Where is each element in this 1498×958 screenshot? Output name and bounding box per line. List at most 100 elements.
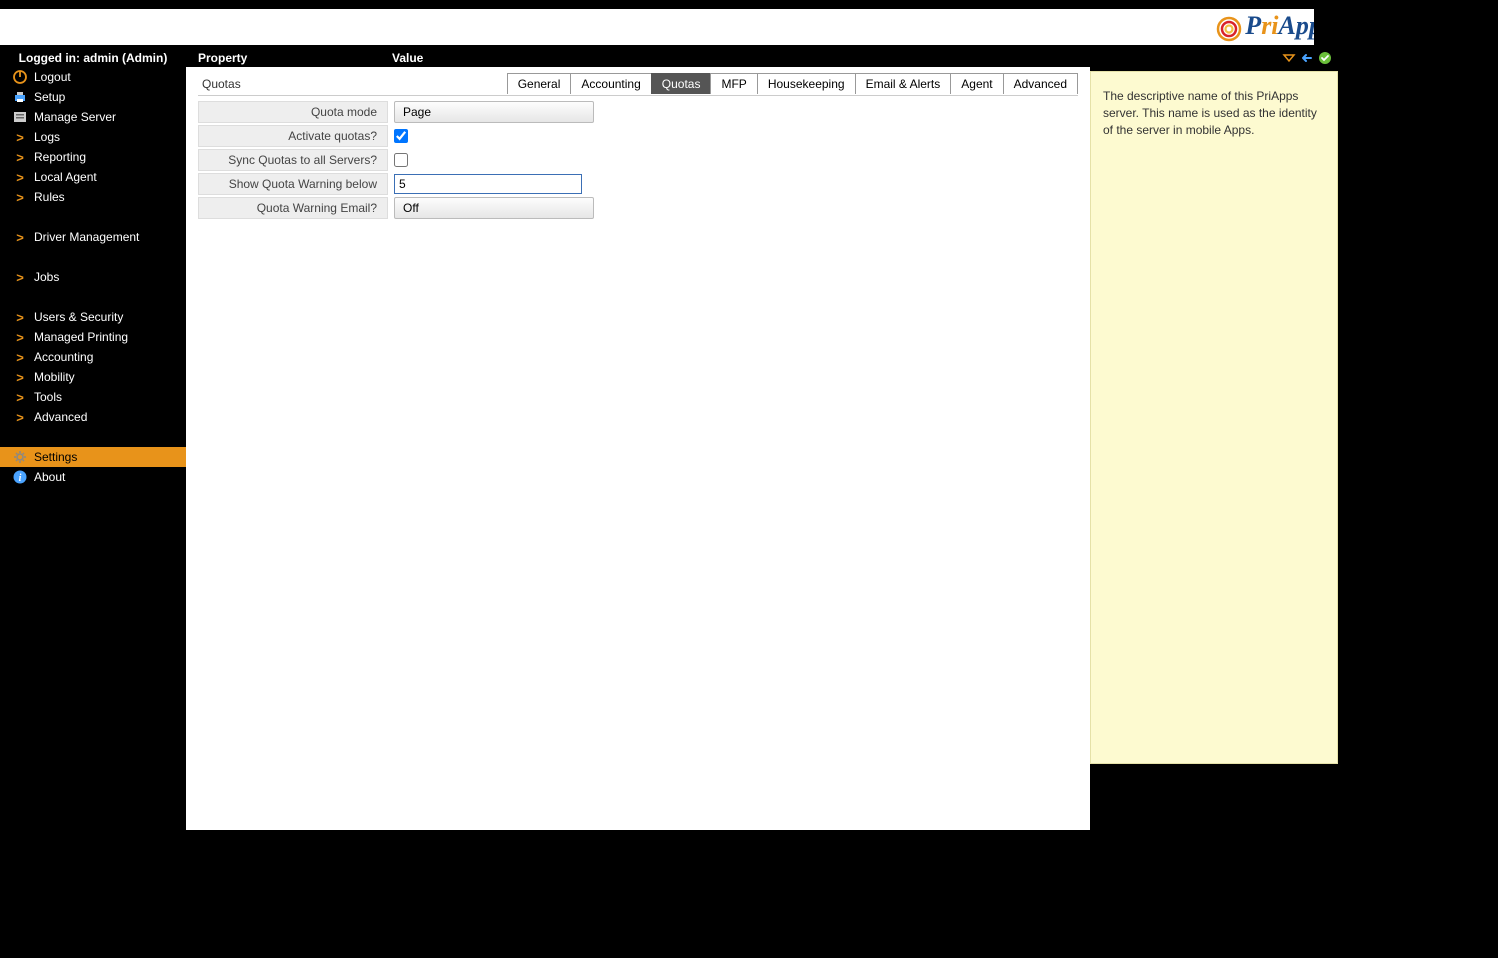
- sidebar-item-label: About: [34, 470, 65, 484]
- column-property-label: Property: [186, 51, 386, 65]
- help-box: The descriptive name of this PriApps ser…: [1090, 71, 1338, 764]
- sidebar-item-label: Settings: [34, 450, 77, 464]
- sidebar-spacer: [0, 287, 186, 307]
- back-arrow-icon[interactable]: [1300, 51, 1314, 65]
- logged-in-label: Logged in: admin (Admin): [0, 51, 186, 65]
- sidebar-spacer: [0, 207, 186, 227]
- server-icon: [12, 109, 28, 125]
- gear-icon: [12, 449, 28, 465]
- sidebar-item-rules[interactable]: > Rules: [0, 187, 186, 207]
- form-row: Quota Warning Email? Off: [198, 196, 1078, 220]
- form-row: Sync Quotas to all Servers?: [198, 148, 1078, 172]
- sidebar-spacer: [0, 427, 186, 447]
- sidebar-item-logout[interactable]: Logout: [0, 67, 186, 87]
- sidebar-item-about[interactable]: i About: [0, 467, 186, 487]
- input-show-quota-warning-below[interactable]: [394, 174, 582, 194]
- sidebar-item-label: Driver Management: [34, 230, 139, 244]
- tab-housekeeping[interactable]: Housekeeping: [757, 73, 856, 94]
- sidebar-item-mobility[interactable]: > Mobility: [0, 367, 186, 387]
- chevron-icon: >: [12, 369, 28, 385]
- sidebar-item-settings[interactable]: Settings: [0, 447, 186, 467]
- sidebar: LogoutSetupManage Server>Logs>Reporting>…: [0, 67, 186, 830]
- sidebar-item-label: Advanced: [34, 410, 87, 424]
- sidebar-spacer: [0, 247, 186, 267]
- sidebar-item-reporting[interactable]: > Reporting: [0, 147, 186, 167]
- chevron-icon: >: [12, 329, 28, 345]
- sidebar-item-managed-printing[interactable]: > Managed Printing: [0, 327, 186, 347]
- tab-agent[interactable]: Agent: [950, 73, 1003, 94]
- sidebar-item-jobs[interactable]: > Jobs: [0, 267, 186, 287]
- select-quota-mode[interactable]: Page: [394, 101, 594, 123]
- sidebar-item-users-security[interactable]: > Users & Security: [0, 307, 186, 327]
- tab-mfp[interactable]: MFP: [710, 73, 757, 94]
- info-icon: i: [12, 469, 28, 485]
- form-value: Off: [388, 197, 594, 219]
- sidebar-item-label: Jobs: [34, 270, 59, 284]
- chevron-icon: >: [12, 269, 28, 285]
- chevron-icon: >: [12, 169, 28, 185]
- form-value: Page: [388, 101, 594, 123]
- main-panel: Quotas GeneralAccountingQuotasMFPHouseke…: [186, 67, 1090, 830]
- chevron-icon: >: [12, 129, 28, 145]
- right-panel: The descriptive name of this PriApps ser…: [1090, 67, 1344, 830]
- sidebar-item-local-agent[interactable]: > Local Agent: [0, 167, 186, 187]
- form-label: Show Quota Warning below: [198, 173, 388, 195]
- chevron-icon: >: [12, 229, 28, 245]
- form-value: [388, 174, 582, 194]
- sidebar-item-label: Mobility: [34, 370, 75, 384]
- tab-general[interactable]: General: [507, 73, 572, 94]
- form-label: Activate quotas?: [198, 125, 388, 147]
- chevron-icon: >: [12, 389, 28, 405]
- sidebar-item-label: Managed Printing: [34, 330, 128, 344]
- form-row: Show Quota Warning below: [198, 172, 1078, 196]
- ok-check-icon[interactable]: [1318, 51, 1332, 65]
- top-right-black: [1314, 9, 1344, 45]
- sidebar-item-label: Logs: [34, 130, 60, 144]
- sidebar-item-label: Accounting: [34, 350, 93, 364]
- sidebar-item-accounting[interactable]: > Accounting: [0, 347, 186, 367]
- sidebar-item-advanced[interactable]: > Advanced: [0, 407, 186, 427]
- dropdown-icon[interactable]: [1282, 51, 1296, 65]
- sidebar-item-label: Reporting: [34, 150, 86, 164]
- sidebar-item-setup[interactable]: Setup: [0, 87, 186, 107]
- select-quota-warning-email-[interactable]: Off: [394, 197, 594, 219]
- form-value: [388, 129, 408, 143]
- tab-advanced[interactable]: Advanced: [1003, 73, 1078, 94]
- section-title: Quotas: [198, 77, 245, 91]
- tab-email-alerts[interactable]: Email & Alerts: [855, 73, 952, 94]
- chevron-icon: >: [12, 189, 28, 205]
- checkbox-activate-quotas-[interactable]: [394, 129, 408, 143]
- chevron-icon: >: [12, 149, 28, 165]
- sidebar-item-label: Local Agent: [34, 170, 97, 184]
- tab-quotas[interactable]: Quotas: [651, 73, 712, 94]
- form-value: [388, 153, 408, 167]
- swirl-icon: [1215, 15, 1243, 43]
- power-icon: [12, 69, 28, 85]
- chevron-icon: >: [12, 409, 28, 425]
- sidebar-item-label: Setup: [34, 90, 65, 104]
- sidebar-item-manage-server[interactable]: Manage Server: [0, 107, 186, 127]
- sidebar-item-label: Manage Server: [34, 110, 116, 124]
- sidebar-item-label: Tools: [34, 390, 62, 404]
- form-label: Quota mode: [198, 101, 388, 123]
- top-bar: PriApps: [0, 9, 1344, 45]
- printer-icon: [12, 89, 28, 105]
- tab-accounting[interactable]: Accounting: [570, 73, 651, 94]
- form-label: Quota Warning Email?: [198, 197, 388, 219]
- sidebar-item-label: Rules: [34, 190, 65, 204]
- tabs-row: Quotas GeneralAccountingQuotasMFPHouseke…: [198, 72, 1078, 96]
- svg-text:i: i: [19, 473, 22, 484]
- chevron-icon: >: [12, 349, 28, 365]
- sidebar-item-tools[interactable]: > Tools: [0, 387, 186, 407]
- chevron-icon: >: [12, 309, 28, 325]
- form-label: Sync Quotas to all Servers?: [198, 149, 388, 171]
- column-value-label: Value: [386, 51, 423, 65]
- sidebar-item-label: Logout: [34, 70, 71, 84]
- header-bar: Logged in: admin (Admin) Property Value: [0, 49, 1344, 67]
- form-row: Quota mode Page: [198, 100, 1078, 124]
- sidebar-item-label: Users & Security: [34, 310, 123, 324]
- sidebar-item-driver-management[interactable]: > Driver Management: [0, 227, 186, 247]
- sidebar-item-logs[interactable]: > Logs: [0, 127, 186, 147]
- form-row: Activate quotas?: [198, 124, 1078, 148]
- checkbox-sync-quotas-to-all-servers-[interactable]: [394, 153, 408, 167]
